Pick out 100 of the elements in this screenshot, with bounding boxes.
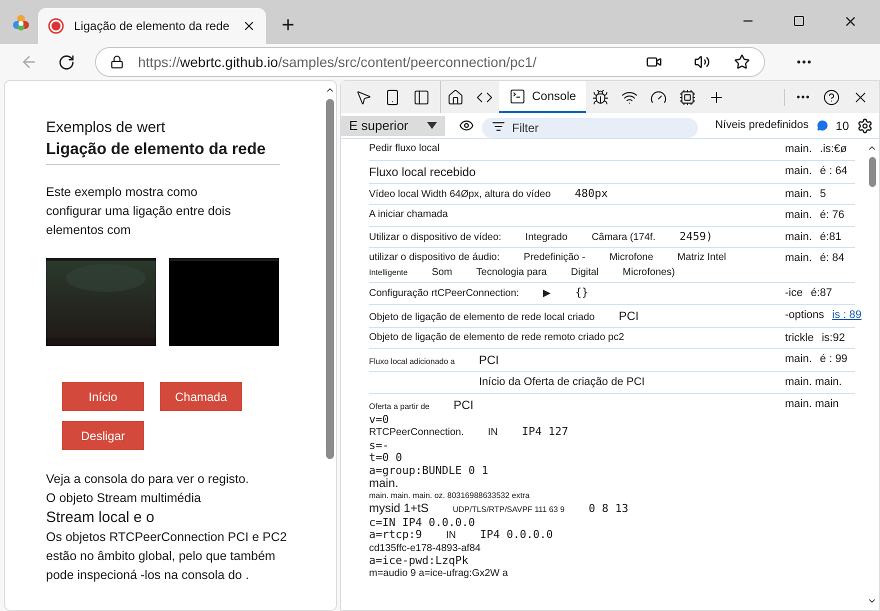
eye-icon[interactable] <box>459 118 474 133</box>
address-field[interactable]: https://webrtc.github.io/samples/src/content/peerconnection/pc1/ <box>95 47 765 77</box>
log-text: PCI <box>618 308 639 324</box>
home-icon <box>447 88 464 106</box>
page-title: Ligação de elemento da rede <box>46 138 280 165</box>
log-text: a=ice-pwd:LzqPk <box>369 555 468 568</box>
settings-icon[interactable] <box>857 118 873 134</box>
url-text: https://webrtc.github.io/samples/src/content/peerconnection/pc1/ <box>138 52 538 72</box>
log-text: Vídeo local Width 64Øpx, altura do vídeo <box>369 188 551 202</box>
record-icon <box>48 18 64 34</box>
log-text: Objeto de ligação de elemento de rede remoto criado pc2 <box>369 330 624 344</box>
log-text: Fluxo local adicionado a <box>369 356 455 368</box>
source-text: main. main. <box>785 375 842 390</box>
source-text: main. <box>785 186 812 202</box>
source-text: .is:€ø <box>820 142 847 157</box>
levels-dropdown[interactable]: Níveis predefinidos <box>715 117 809 134</box>
log-text: Objeto de ligação de elemento de rede local criado <box>369 310 595 324</box>
filter-field[interactable]: Filter <box>482 118 698 138</box>
log-text: utilizar o dispositivo de áudio: <box>369 251 500 265</box>
log-text: IP4 0.0.0.0 <box>480 529 553 542</box>
log-text: Início da Oferta de criação de PCI <box>479 375 645 390</box>
log-text: cd135ffc-e178-4893-af84 <box>369 542 481 555</box>
scrollbar-thumb[interactable] <box>868 157 876 187</box>
log-text: Tecnologia para <box>476 266 547 280</box>
read-aloud-icon[interactable] <box>694 54 710 70</box>
new-tab-button[interactable]: + <box>270 6 306 42</box>
log-text: Microfone <box>609 251 654 265</box>
log-text: PCI <box>478 352 499 369</box>
source-text: main. main <box>785 396 839 412</box>
log-text: UDP/TLS/RTP/SAVPF 111 63 9 <box>452 504 565 516</box>
log-text: mysid 1+tS <box>369 502 429 514</box>
log-text: Pedir fluxo local <box>369 142 440 156</box>
sidebar-icon <box>413 88 430 106</box>
intro-paragraph: Este exemplo mostra como configurar uma ligação entre dois elementos com <box>46 184 232 239</box>
source-text: main. <box>785 251 812 266</box>
log-text: ▶ <box>543 287 552 301</box>
source-text: 5 <box>820 186 826 202</box>
note-paragraph: O objeto Stream multimédia <box>46 490 202 507</box>
source-text: main. <box>785 352 812 367</box>
tab-title: Ligação de elemento da rede <box>74 18 230 35</box>
source-text: main. <box>785 164 812 178</box>
note-paragraph: Stream local e o <box>46 508 156 528</box>
reload-icon[interactable] <box>58 54 75 70</box>
note-paragraph: Os objetos RTCPeerConnection PCI e PC2 estão no âmbito global, pelo que também pode inspecioná -los na consola do . <box>46 529 288 584</box>
source-link[interactable]: is : 89 <box>832 306 862 323</box>
log-text: Matriz Intel <box>677 251 726 265</box>
source-text: -ice <box>785 286 803 301</box>
log-text: Intelligente <box>369 267 408 279</box>
log-text: m=audio 9 a=ice-ufrag:Gx2W a <box>369 568 508 580</box>
close-icon[interactable] <box>242 19 256 33</box>
source-text: trickle <box>785 330 814 346</box>
log-text: A iniciar chamada <box>369 208 448 222</box>
log-text: IN <box>446 530 456 542</box>
log-text: Som <box>432 266 452 280</box>
bug-icon <box>592 88 610 106</box>
log-text: 2459) <box>679 228 713 244</box>
chip-icon <box>679 88 696 106</box>
source-text: é: 76 <box>820 208 844 223</box>
log-text: Predefinição - <box>524 251 586 265</box>
source-text: é:87 <box>810 286 832 301</box>
log-text: Fluxo local recebido <box>369 164 476 180</box>
source-text: é: 84 <box>820 251 844 266</box>
lock-icon <box>110 55 124 69</box>
log-text: Digital <box>570 266 599 280</box>
log-text: a=rtcp:9 <box>369 529 422 542</box>
action-button[interactable]: Chamada <box>160 382 242 411</box>
source-text: main. <box>785 230 812 244</box>
scrollbar-thumb[interactable] <box>326 99 334 459</box>
source-text: main. <box>785 208 812 223</box>
log-text: v=0 <box>369 414 389 426</box>
browser-tab[interactable]: Ligação de elemento da rede <box>38 8 266 44</box>
device-icon <box>384 88 401 106</box>
favorite-icon[interactable] <box>734 54 750 70</box>
log-text: Oferta a partir de <box>369 400 430 412</box>
action-button[interactable]: Início <box>62 382 144 411</box>
source-text: main. <box>785 142 812 157</box>
caret-icon <box>427 122 437 129</box>
log-text: PCI <box>453 396 474 414</box>
log-text: Configuração rtCPeerConnection: <box>369 287 520 301</box>
source-text: é:81 <box>820 230 842 244</box>
log-text: c=IN IP4 0.0.0.0 <box>369 516 475 529</box>
log-text: 0 8 13 <box>588 503 628 516</box>
inspect-icon <box>355 88 372 106</box>
log-text: main. main. main. oz. 80316988633532 extra <box>369 490 530 502</box>
note-paragraph: Veja a consola do para ver o registo. <box>46 471 250 488</box>
log-text: Microfones) <box>622 266 675 280</box>
log-text: 480px <box>574 186 608 202</box>
console-tab[interactable]: Console <box>499 81 586 113</box>
filter-icon <box>492 120 505 132</box>
context-dropdown[interactable]: E superior <box>341 116 445 136</box>
source-text: is:92 <box>822 330 845 346</box>
maximize-icon[interactable] <box>793 15 805 27</box>
log-text: Utilizar o dispositivo de vídeo: <box>369 230 502 244</box>
message-icon <box>816 120 828 131</box>
source-text: é : 64 <box>820 164 848 178</box>
log-text: main. <box>369 477 398 490</box>
terminal-icon <box>509 88 526 104</box>
help-icon[interactable] <box>823 88 840 106</box>
action-button[interactable]: Desligar <box>62 421 144 450</box>
log-text: t=0 0 <box>369 452 402 464</box>
